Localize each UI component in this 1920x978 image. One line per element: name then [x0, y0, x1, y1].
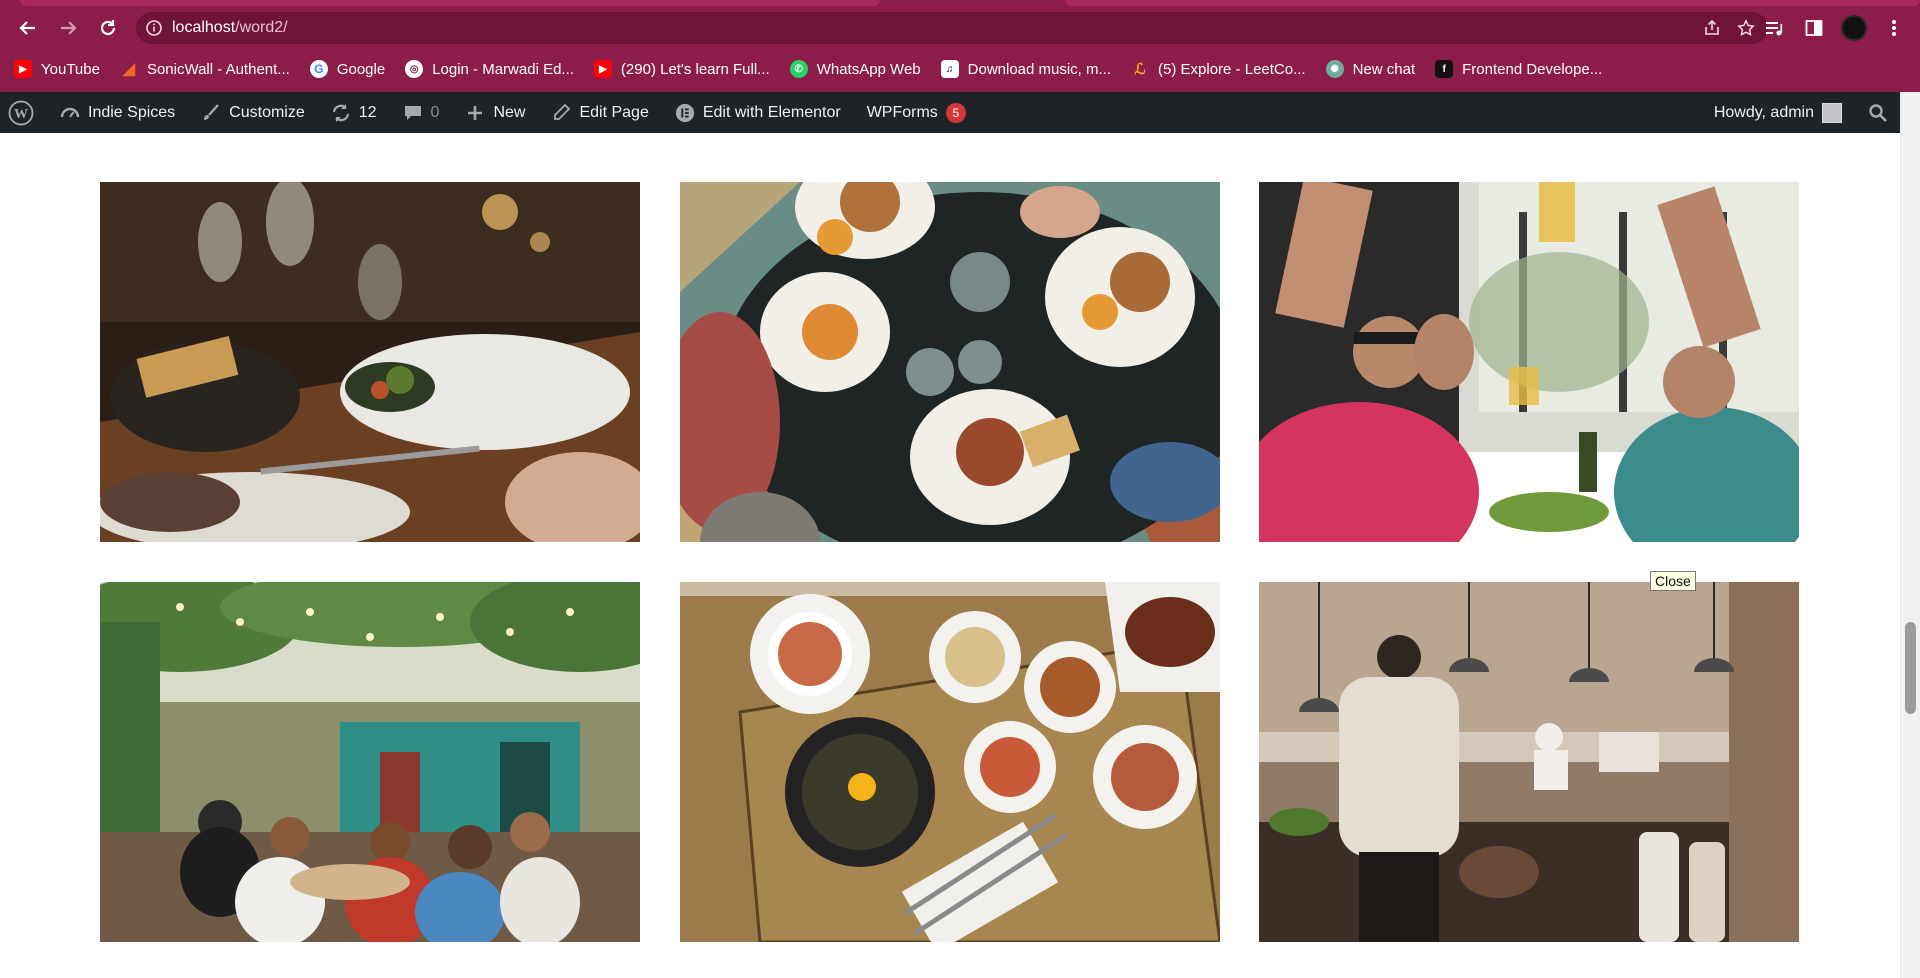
- edit-with-elementor-button[interactable]: Edit with Elementor: [662, 92, 854, 133]
- bookmark-label: SonicWall - Authent...: [146, 60, 290, 78]
- comment-icon: [403, 103, 423, 123]
- customize-label: Customize: [229, 103, 305, 121]
- forward-arrow-icon: [61, 21, 77, 35]
- frontend-site-icon: f: [1435, 60, 1454, 78]
- url-text: localhost/word2/: [172, 19, 288, 37]
- bookmark-item[interactable]: ✆ WhatsApp Web: [789, 60, 921, 78]
- search-icon: [1868, 103, 1888, 123]
- customize-button[interactable]: Customize: [188, 92, 318, 133]
- updates-icon: [331, 103, 351, 123]
- close-tooltip: Close: [1650, 571, 1696, 591]
- bookmark-item[interactable]: ◎ Login - Marwadi Ed...: [405, 60, 574, 78]
- address-bar[interactable]: localhost/word2/: [136, 12, 1768, 44]
- dashboard-icon: [60, 103, 80, 123]
- scrollbar-thumb[interactable]: [1905, 622, 1916, 714]
- wordpress-logo-button[interactable]: W: [0, 92, 47, 133]
- tab-edge[interactable]: [20, 0, 880, 6]
- new-content-button[interactable]: New: [452, 92, 538, 133]
- bookmark-item[interactable]: ◢ SonicWall - Authent...: [120, 60, 290, 79]
- gallery-image[interactable]: [1259, 182, 1799, 542]
- my-account-menu[interactable]: Howdy, admin: [1701, 92, 1855, 133]
- edit-elementor-label: Edit with Elementor: [702, 103, 841, 121]
- friends-toasting-photo: [1259, 182, 1799, 542]
- bookmark-label: New chat: [1352, 60, 1416, 78]
- bookmarks-bar: ▶ YouTube ◢ SonicWall - Authent... G Goo…: [0, 52, 1920, 86]
- bookmark-label: WhatsApp Web: [816, 60, 921, 78]
- bookmark-label: Frontend Develope...: [1462, 60, 1603, 78]
- edit-page-label: Edit Page: [579, 103, 649, 121]
- bookmark-label: (5) Explore - LeetCo...: [1158, 60, 1306, 78]
- bookmark-item[interactable]: ℒ (5) Explore - LeetCo...: [1131, 60, 1306, 79]
- bookmark-label: Download music, m...: [967, 60, 1112, 78]
- browser-toolbar: localhost/word2/: [0, 8, 1920, 48]
- gallery-image[interactable]: [680, 182, 1220, 542]
- youtube-icon: ▶: [14, 60, 32, 78]
- site-name-label: Indie Spices: [88, 103, 176, 121]
- edit-page-button[interactable]: Edit Page: [538, 92, 661, 133]
- reload-button[interactable]: [88, 8, 128, 48]
- bookmark-label: YouTube: [41, 60, 100, 78]
- fine-dining-table-photo: [100, 182, 640, 542]
- wordpress-icon: W: [8, 100, 34, 126]
- tab-edge[interactable]: [1065, 0, 1920, 6]
- bookmark-label: (290) Let's learn Full...: [620, 60, 770, 78]
- google-icon: G: [309, 60, 328, 78]
- brush-icon: [201, 103, 221, 123]
- wpforms-notification-badge: 5: [945, 102, 966, 123]
- page-scrollbar[interactable]: [1900, 92, 1920, 978]
- share-icon[interactable]: [1700, 16, 1724, 40]
- browser-chrome: localhost/word2/ ▶ YouTube ◢ SonicWall -…: [0, 0, 1920, 92]
- profile-avatar[interactable]: [1836, 10, 1872, 46]
- globe-icon: ◎: [405, 60, 424, 78]
- url-path: /word2/: [235, 19, 288, 36]
- bookmark-item[interactable]: G Google: [309, 60, 386, 78]
- forward-button[interactable]: [48, 8, 88, 48]
- chatgpt-icon: ✺: [1325, 60, 1344, 78]
- side-panel-icon[interactable]: [1796, 10, 1832, 46]
- back-button[interactable]: [8, 8, 48, 48]
- leetcode-icon: ℒ: [1134, 61, 1146, 78]
- url-host: localhost: [172, 19, 236, 36]
- bookmark-label: Login - Marwadi Ed...: [432, 60, 574, 78]
- reload-icon: [100, 20, 116, 36]
- wpforms-label: WPForms: [866, 103, 938, 121]
- chef-in-kitchen-photo: [1259, 582, 1799, 942]
- bookmark-label: Google: [336, 60, 386, 78]
- bookmark-item[interactable]: ♫ Download music, m...: [940, 60, 1112, 78]
- bookmark-item[interactable]: ✺ New chat: [1325, 60, 1416, 78]
- whatsapp-icon: ✆: [789, 60, 808, 78]
- site-name-menu[interactable]: Indie Spices: [47, 92, 188, 133]
- gallery-image[interactable]: [680, 582, 1220, 942]
- bookmark-item[interactable]: ▶ (290) Let's learn Full...: [593, 60, 770, 78]
- bookmark-star-icon[interactable]: [1734, 16, 1758, 40]
- comments-button[interactable]: 0: [390, 92, 453, 133]
- pencil-icon: [551, 103, 571, 123]
- music-site-icon: ♫: [940, 60, 959, 78]
- avatar: [1822, 102, 1842, 123]
- gallery-image[interactable]: [100, 582, 640, 942]
- media-controls-icon[interactable]: [1756, 10, 1792, 46]
- burgers-fries-overhead-photo: [680, 182, 1220, 542]
- site-info-icon[interactable]: [136, 19, 172, 37]
- korean-dishes-overhead-photo: [680, 582, 1220, 942]
- howdy-label: Howdy, admin: [1713, 103, 1814, 121]
- plus-icon: [465, 103, 485, 123]
- youtube-icon: ▶: [593, 60, 612, 78]
- bookmark-item[interactable]: ▶ YouTube: [14, 60, 100, 78]
- sonicwall-icon: ◢: [122, 61, 136, 78]
- updates-count: 12: [358, 103, 377, 121]
- garden-restaurant-photo: [100, 582, 640, 942]
- gallery-image[interactable]: [1259, 582, 1799, 942]
- svg-text:W: W: [14, 107, 28, 122]
- gallery-image[interactable]: [100, 182, 640, 542]
- new-label: New: [493, 103, 526, 121]
- updates-button[interactable]: 12: [318, 92, 390, 133]
- comments-count: 0: [430, 103, 440, 121]
- back-arrow-icon: [19, 21, 35, 35]
- kebab-menu-icon[interactable]: [1876, 10, 1912, 46]
- bookmark-item[interactable]: f Frontend Develope...: [1435, 60, 1602, 78]
- wpforms-menu[interactable]: WPForms 5: [854, 92, 979, 133]
- wp-admin-bar: W Indie Spices Customize 12 0 New Edit P…: [0, 92, 1920, 133]
- elementor-icon: [675, 103, 695, 123]
